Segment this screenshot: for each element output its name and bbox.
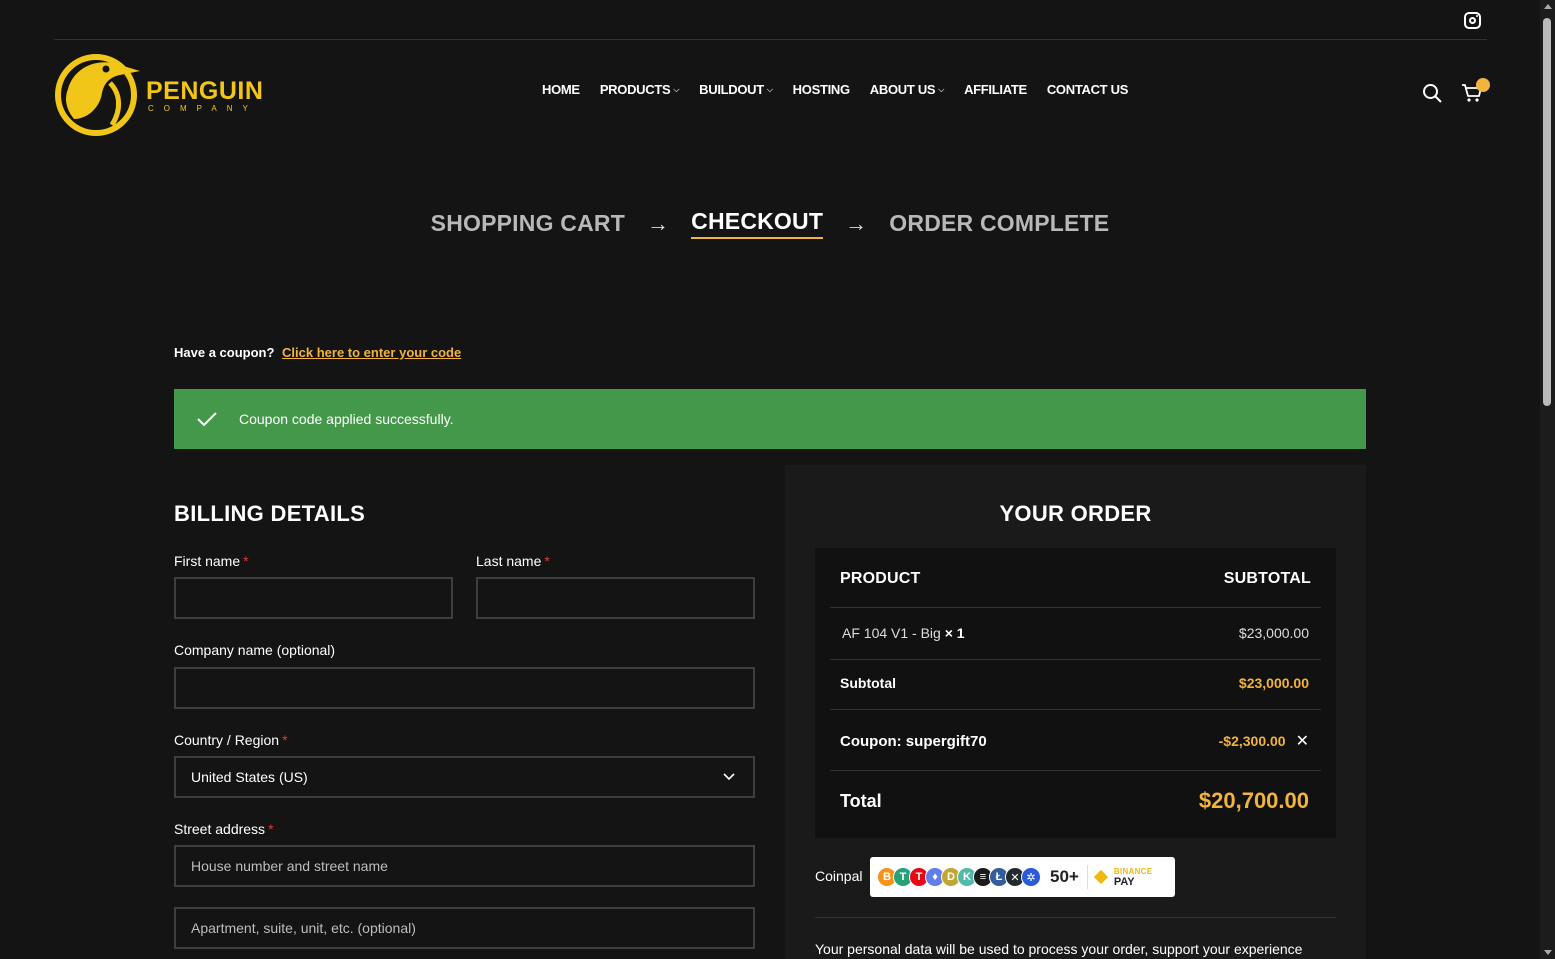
arrow-right-icon: → (845, 210, 868, 236)
col-product: PRODUCT (840, 570, 921, 587)
coinpal-badge[interactable]: B T T ♦ D K ≡ Ł ✕ ✲ 50+ BINANCE PAY (870, 857, 1175, 897)
street-address-label: Street address * (174, 821, 274, 837)
step-checkout: CHECKOUT (691, 208, 824, 239)
item-qty: × 1 (944, 625, 965, 641)
street-address-field[interactable] (174, 845, 755, 887)
main-nav: HOME PRODUCTS ⌵ BUILDOUT ⌵ HOSTING ABOUT U… (542, 82, 1148, 97)
chevron-down-icon: ⌵ (766, 84, 773, 94)
checkmark-icon (197, 412, 217, 427)
total-value: $20,700.00 (1198, 788, 1309, 813)
company-name-label: Company name (optional) (174, 642, 336, 658)
apartment-field[interactable] (174, 907, 755, 949)
search-icon[interactable] (1422, 83, 1442, 103)
binance-icon (1093, 869, 1108, 885)
nav-hosting[interactable]: HOSTING (793, 82, 850, 97)
subtotal-label: Subtotal (840, 675, 896, 691)
nav-buildout[interactable]: BUILDOUT ⌵ (699, 82, 773, 97)
order-item-row: AF 104 V1 - Big × 1 $23,000.00 (842, 625, 1309, 641)
scroll-down-icon[interactable] (1544, 950, 1552, 955)
remove-coupon-icon[interactable]: ✕ (1296, 731, 1309, 751)
coupon-prompt-text: Have a coupon? (174, 345, 275, 360)
cart-count-badge (1476, 78, 1490, 92)
order-title: YOUR ORDER (999, 501, 1152, 526)
more-coins-label: 50+ (1050, 867, 1079, 886)
nav-affiliate[interactable]: AFFILIATE (964, 82, 1027, 97)
nav-home[interactable]: HOME (542, 82, 580, 97)
chevron-down-icon (723, 773, 735, 781)
logo-text: PENGUIN (146, 77, 264, 105)
chevron-down-icon: ⌵ (938, 84, 945, 94)
success-message: Coupon code applied successfully. (239, 411, 454, 427)
required-mark: * (268, 821, 274, 837)
penguin-logo-icon (55, 54, 140, 136)
scroll-up-icon[interactable] (1544, 4, 1552, 9)
required-mark: * (544, 553, 550, 569)
coupon-amount: -$2,300.00 ✕ (1219, 731, 1309, 751)
country-value: United States (US) (191, 769, 308, 785)
arrow-right-icon: → (646, 210, 670, 236)
item-name: AF 104 V1 - Big × 1 (842, 625, 965, 641)
required-mark: * (282, 732, 288, 748)
item-price: $23,000.00 (1238, 625, 1309, 641)
first-name-field[interactable] (174, 577, 453, 619)
divider (830, 709, 1321, 710)
step-order-complete: ORDER COMPLETE (889, 210, 1110, 236)
coupon-value: -$2,300.00 (1218, 733, 1286, 749)
total-row: Total $20,700.00 (840, 788, 1309, 814)
checkout-steps: SHOPPING CART → CHECKOUT → ORDER COMPLET… (0, 208, 1540, 239)
step-shopping-cart[interactable]: SHOPPING CART (431, 210, 625, 237)
nav-about-us[interactable]: ABOUT US ⌵ (870, 82, 945, 97)
col-subtotal: SUBTOTAL (1223, 570, 1311, 587)
success-notice: Coupon code applied successfully. (174, 389, 1366, 449)
logo[interactable]: PENGUIN COMPANY (54, 49, 264, 137)
chevron-down-icon: ⌵ (673, 84, 680, 94)
payment-method-label: Coinpal (815, 868, 863, 884)
coupon-prompt: Have a coupon? Click here to enter your … (174, 345, 461, 360)
coupon-row: Coupon: supergift70 -$2,300.00 ✕ (840, 731, 1309, 751)
subtotal-value: $23,000.00 (1238, 675, 1309, 691)
binance-pay-logo: BINANCE PAY (1086, 865, 1153, 889)
coupon-label: Coupon: supergift70 (840, 732, 987, 750)
country-label: Country / Region * (174, 732, 288, 748)
enter-coupon-link[interactable]: Click here to enter your code (282, 345, 461, 360)
page-scrollbar[interactable] (1540, 0, 1555, 959)
privacy-notice: Your personal data will be used to proce… (815, 941, 1303, 957)
last-name-label: Last name * (476, 553, 550, 569)
total-label: Total (840, 790, 882, 811)
first-name-label: First name * (174, 553, 249, 569)
divider (830, 659, 1321, 660)
order-table: PRODUCT SUBTOTAL AF 104 V1 - Big × 1 $23… (815, 548, 1336, 838)
scroll-thumb[interactable] (1543, 18, 1551, 406)
last-name-field[interactable] (476, 577, 755, 619)
nav-contact-us[interactable]: CONTACT US (1047, 82, 1129, 97)
order-table-header: PRODUCT SUBTOTAL (840, 570, 1311, 588)
logo-subtext: COMPANY (148, 104, 258, 113)
divider (815, 917, 1336, 918)
divider (830, 607, 1321, 608)
pay-label: PAY (1113, 876, 1135, 888)
company-name-field[interactable] (174, 667, 755, 709)
required-mark: * (243, 553, 249, 569)
subtotal-row: Subtotal $23,000.00 (840, 675, 1309, 691)
instagram-icon[interactable] (1464, 12, 1481, 29)
nav-products[interactable]: PRODUCTS ⌵ (600, 82, 680, 97)
country-select[interactable]: United States (US) (174, 756, 755, 798)
header-divider (54, 39, 1487, 40)
divider (830, 770, 1321, 771)
billing-title: BILLING DETAILS (174, 501, 366, 526)
chainlink-icon: ✲ (1021, 867, 1041, 887)
